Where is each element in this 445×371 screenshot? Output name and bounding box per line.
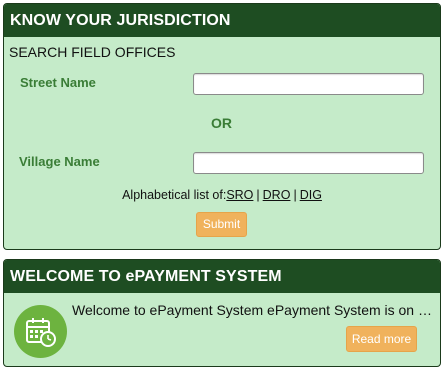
dro-link[interactable]: DRO <box>263 188 291 202</box>
calendar-clock-icon <box>14 305 67 358</box>
link-separator: | <box>256 188 260 202</box>
read-more-button[interactable]: Read more <box>346 326 417 352</box>
epayment-panel: WELCOME TO ePAYMENT SYSTEM Welcome to eP… <box>3 259 441 367</box>
alphabetical-list-row: Alphabetical list of:SRO | DRO | DIG <box>4 188 440 202</box>
alphabetical-list-label: Alphabetical list of: <box>122 188 227 202</box>
jurisdiction-title: KNOW YOUR JURISDICTION <box>4 4 440 37</box>
or-label: OR <box>211 115 232 131</box>
jurisdiction-panel: KNOW YOUR JURISDICTION SEARCH FIELD OFFI… <box>3 3 441 250</box>
village-name-input[interactable] <box>193 152 424 174</box>
submit-button[interactable]: Submit <box>196 212 247 237</box>
street-name-input[interactable] <box>193 73 424 95</box>
street-name-label: Street Name <box>20 75 96 90</box>
dig-link[interactable]: DIG <box>300 188 322 202</box>
link-separator: | <box>293 188 297 202</box>
welcome-message: Welcome to ePayment System ePayment Syst… <box>72 302 432 318</box>
sro-link[interactable]: SRO <box>226 188 253 202</box>
search-field-offices-label: SEARCH FIELD OFFICES <box>9 44 176 60</box>
epayment-title: WELCOME TO ePAYMENT SYSTEM <box>4 260 440 293</box>
village-name-label: Village Name <box>19 154 100 169</box>
